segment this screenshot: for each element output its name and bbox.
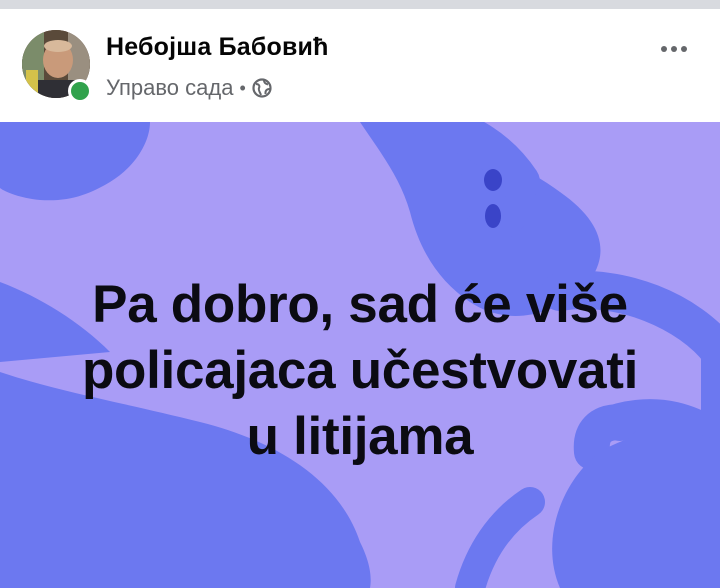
post-text-line: Pa dobro, sad će više [92,275,628,334]
post-text: Pa dobro, sad će više policajaca učestvo… [0,272,720,470]
more-dot [671,46,677,52]
post-background-card[interactable]: Pa dobro, sad će više policajaca učestvo… [0,122,720,588]
globe-icon[interactable] [252,78,272,98]
more-options-icon[interactable] [652,35,696,63]
online-status-dot [68,79,92,103]
top-divider-strip [0,0,720,9]
meta-separator: • [239,77,246,98]
post-text-line: u litijama [246,407,474,466]
more-dot [661,46,667,52]
post-timestamp[interactable]: Управо сада [106,75,233,101]
more-dot [681,46,687,52]
post-meta: Управо сада • [106,75,272,101]
post-header: Небојша Бабовић Управо сада • [0,9,720,122]
post-text-line: policajaca učestvovati [81,341,639,400]
author-name[interactable]: Небојша Бабовић [106,33,329,62]
